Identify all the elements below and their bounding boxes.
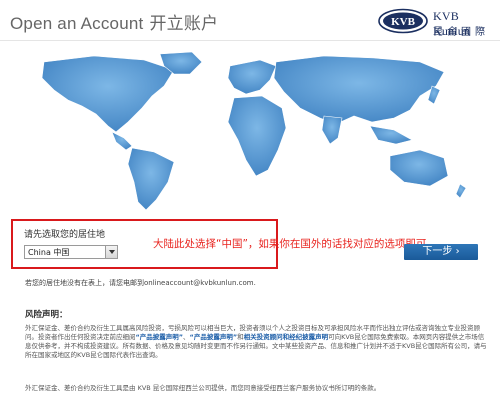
residence-select[interactable]: China 中国 [24,245,118,259]
central-america-shape [111,131,133,151]
next-button[interactable]: 下一步 › [404,244,478,260]
india-shape [321,115,343,145]
south-america-shape [127,147,175,211]
southeast-asia-shape [369,125,413,145]
europe-shape [227,59,277,95]
page-title-en: Open an Account [10,14,144,33]
asia-shape [273,55,445,125]
chevron-down-icon[interactable] [105,246,117,258]
brand-name-cn: 昆侖國際 [433,27,489,38]
footer-disclaimer: 外汇保证金、差价合约及衍生工具是由 KVB 昆仑国际纽西兰公司提供，而您同意接受… [25,384,381,392]
australia-shape [389,149,449,187]
world-map [41,52,467,211]
kvb-logo-mark: KVB [378,8,428,34]
residence-label: 请先选取您的居住地 [24,230,106,240]
kvb-logo-letters: KVB [391,16,416,28]
pds-link-1[interactable]: “产品披露声明” [136,333,184,341]
page-header: Open an Account 开立账户 KVB KVB Kunlun 昆侖國際 [0,0,500,41]
residence-select-value: China 中国 [28,248,70,257]
kvb-logo[interactable]: KVB KVB Kunlun 昆侖國際 [377,8,495,38]
north-america-shape [41,55,175,133]
risk-statement-title: 风险声明： [25,310,68,320]
risk-statement-body: 外汇保证金、差价合约及衍生工具属高风险投资，亏损风险可以相当巨大，投资者须以个人… [25,324,487,360]
missing-country-note: 若您的居住地没有在表上，请您电邮到onlineaccount@kvbkunlun… [25,279,256,287]
page-title-cn: 开立账户 [149,14,219,33]
pds-link-2[interactable]: “产品披露声明” [190,333,238,341]
advisor-disclosure-link[interactable]: 相关投资顾问和经纪披露声明 [244,333,329,341]
new-zealand-shape [455,183,467,199]
page-title: Open an Account 开立账户 [10,9,218,34]
africa-shape [227,95,287,177]
annotation-note: 大陆此处选择“中国”，如果你在国外的话找对应的选项即可 [153,238,427,250]
